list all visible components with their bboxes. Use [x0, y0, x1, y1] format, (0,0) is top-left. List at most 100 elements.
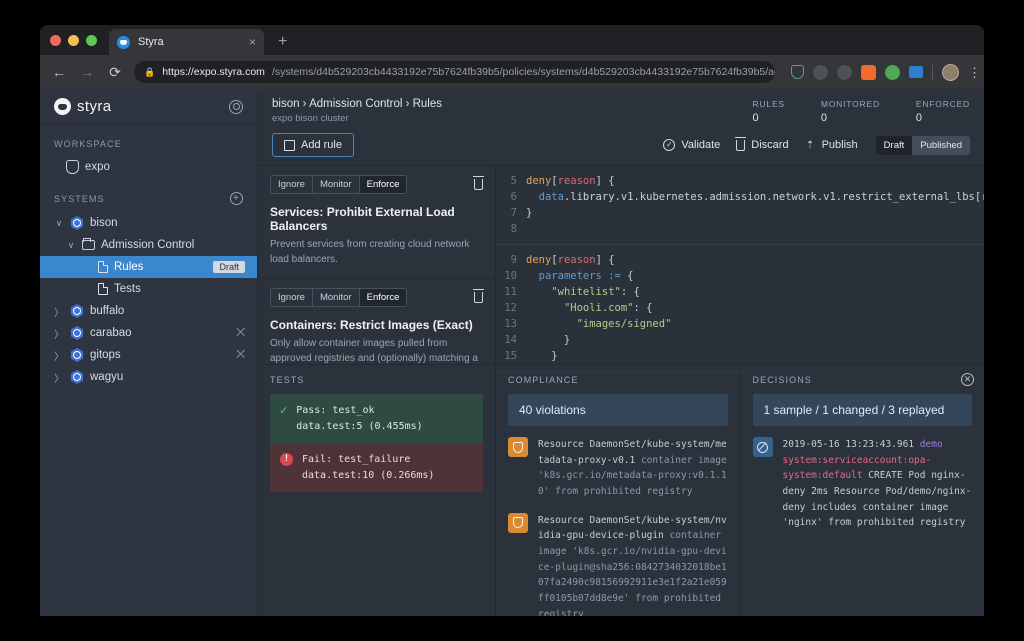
- rule-description: Prevent services from creating cloud net…: [270, 239, 470, 265]
- sidebar-item-tests[interactable]: Tests: [40, 278, 257, 300]
- code-text: "images/signed": [576, 318, 672, 330]
- sidebar-item-buffalo[interactable]: buffalo: [40, 300, 257, 322]
- sidebar-item-label: Rules: [114, 261, 144, 273]
- sidebar-item-label: wagyu: [90, 371, 124, 383]
- decisions-panel-title: DECISIONS: [752, 375, 812, 385]
- decisions-summary[interactable]: 1 sample / 1 changed / 3 replayed: [752, 394, 972, 426]
- test-result-row[interactable]: ✓ Pass: test_ok data.test:5 (0.455ms): [270, 394, 483, 443]
- mode-enforce[interactable]: Enforce: [359, 176, 407, 193]
- page-header: bison › Admission Control › Rules expo b…: [258, 89, 984, 166]
- mode-enforce[interactable]: Enforce: [359, 289, 407, 306]
- orange-extension-icon[interactable]: [861, 64, 876, 80]
- violation-row[interactable]: Resource DaemonSet/kube-system/nvidia-gp…: [508, 512, 728, 616]
- sidebar-item-gitops[interactable]: gitops ⨉: [40, 344, 257, 366]
- browser-tab[interactable]: Styra ×: [109, 29, 264, 55]
- systems-label-text: SYSTEMS: [54, 193, 105, 204]
- close-tab-icon[interactable]: ×: [249, 36, 256, 48]
- chevron-right-icon[interactable]: [54, 348, 64, 363]
- browser-menu-icon[interactable]: ⋮: [968, 66, 981, 79]
- forward-icon[interactable]: →: [78, 64, 96, 80]
- close-window-button[interactable]: [50, 34, 61, 46]
- chevron-right-icon[interactable]: [54, 304, 64, 319]
- chevron-right-icon[interactable]: [54, 370, 64, 385]
- delete-rule-icon[interactable]: [472, 289, 484, 303]
- decision-row[interactable]: 2019-05-16 13:23:43.961 demo system:serv…: [752, 437, 973, 531]
- code-line: 12 "Hooli.com": {: [496, 300, 984, 316]
- violations-summary[interactable]: 40 violations: [508, 394, 728, 426]
- sidebar-item-admission-control[interactable]: Admission Control: [40, 234, 257, 256]
- header-action-row: Add rule ✓ Validate Discard ⇡ Publish Dr…: [272, 133, 970, 165]
- mode-ignore[interactable]: Ignore: [271, 176, 313, 193]
- mode-monitor[interactable]: Monitor: [313, 176, 360, 193]
- header-actions: ✓ Validate Discard ⇡ Publish Draft Publi…: [663, 135, 970, 155]
- publish-button[interactable]: ⇡ Publish: [805, 139, 858, 151]
- chevron-right-icon[interactable]: [54, 326, 64, 341]
- camera-extension-icon[interactable]: [837, 64, 852, 80]
- close-icon[interactable]: ✕: [961, 373, 974, 386]
- code-text: parameters := {: [538, 270, 634, 282]
- unlinked-icon: ⨉: [236, 348, 245, 361]
- minimize-window-button[interactable]: [68, 34, 79, 46]
- sidebar-item-wagyu[interactable]: wagyu: [40, 366, 257, 388]
- sidebar-brand: styra: [40, 89, 257, 125]
- stat-label: RULES: [752, 99, 785, 109]
- tab-draft[interactable]: Draft: [875, 135, 913, 155]
- sidebar-item-carabao[interactable]: carabao ⨉: [40, 322, 257, 344]
- shield-warning-icon: [508, 512, 528, 533]
- add-system-icon[interactable]: +: [230, 192, 243, 205]
- code-line: 9 deny[reason] {: [496, 252, 984, 268]
- styra-favicon: [117, 35, 130, 49]
- mode-ignore[interactable]: Ignore: [271, 289, 313, 306]
- code-line: 10 parameters := {: [496, 268, 984, 284]
- chat-extension-icon[interactable]: [813, 64, 828, 80]
- deny-icon: [752, 437, 773, 457]
- address-bar[interactable]: 🔒 https://expo.styra.com/systems/d4b5292…: [134, 61, 775, 83]
- validate-button[interactable]: ✓ Validate: [663, 139, 720, 151]
- test-result-row[interactable]: ! Fail: test_failure data.test:10 (0.266ms…: [270, 443, 483, 492]
- mode-monitor[interactable]: Monitor: [313, 289, 360, 306]
- add-rule-button[interactable]: Add rule: [272, 133, 354, 157]
- sidebar-item-bison[interactable]: bison: [40, 212, 257, 234]
- sidebar-item-label: Admission Control: [101, 239, 195, 251]
- code-editor[interactable]: 5 deny[reason] {6 data.library.v1.kuberne…: [496, 166, 984, 372]
- sidebar-item-rules[interactable]: Rules Draft: [40, 256, 257, 278]
- code-block[interactable]: 5 deny[reason] {6 data.library.v1.kuberne…: [496, 166, 984, 245]
- file-icon: [98, 261, 108, 273]
- compliance-panel-title: COMPLIANCE: [508, 375, 579, 385]
- chevron-down-icon[interactable]: [54, 218, 64, 229]
- tests-panel-title: TESTS: [270, 375, 305, 385]
- line-number: 6: [510, 191, 517, 203]
- maximize-window-button[interactable]: [86, 34, 97, 46]
- violation-row[interactable]: Resource DaemonSet/kube-system/metadata-…: [508, 437, 728, 500]
- check-circle-icon: ✓: [663, 139, 676, 151]
- code-block[interactable]: 9 deny[reason] {10 parameters := {11 "whi…: [496, 245, 984, 372]
- user-circle-icon[interactable]: [229, 99, 243, 114]
- blue-extension-icon[interactable]: [909, 66, 923, 78]
- breadcrumb[interactable]: bison › Admission Control › Rules: [272, 98, 442, 110]
- new-tab-icon[interactable]: +: [278, 33, 287, 51]
- sidebar-item-label: gitops: [90, 349, 121, 361]
- content-split: Ignore Monitor Enforce Services: Prohibit E…: [258, 166, 984, 413]
- page-subtitle: expo bison cluster: [272, 113, 349, 124]
- shield-extension-icon[interactable]: [791, 65, 804, 79]
- discard-button[interactable]: Discard: [735, 136, 789, 151]
- chevron-down-icon[interactable]: [66, 240, 76, 251]
- code-text: deny[reason] {: [526, 254, 615, 266]
- reload-icon[interactable]: ⟳: [106, 64, 124, 81]
- rule-title: Containers: Restrict Images (Exact): [270, 318, 473, 332]
- folder-icon: [82, 238, 95, 250]
- tab-strip: Styra × +: [40, 25, 984, 55]
- sidebar-item-expo[interactable]: expo: [40, 156, 257, 178]
- bottom-panels: TESTS ✓ Pass: test_ok data.test:5 (0.455ms…: [258, 364, 984, 616]
- test-name: Fail: test_failure: [302, 454, 411, 465]
- delete-rule-icon[interactable]: [472, 176, 484, 190]
- tab-published[interactable]: Published: [912, 135, 970, 155]
- code-line: 8: [496, 221, 984, 237]
- sidebar-item-label: buffalo: [90, 305, 125, 317]
- brand-left[interactable]: styra: [54, 98, 112, 115]
- stat-label: ENFORCED: [915, 99, 970, 109]
- green-extension-icon[interactable]: [885, 64, 900, 80]
- back-icon[interactable]: ←: [50, 64, 68, 80]
- rule-card[interactable]: Ignore Monitor Enforce Services: Prohibit E…: [258, 166, 495, 279]
- profile-avatar[interactable]: [942, 63, 959, 81]
